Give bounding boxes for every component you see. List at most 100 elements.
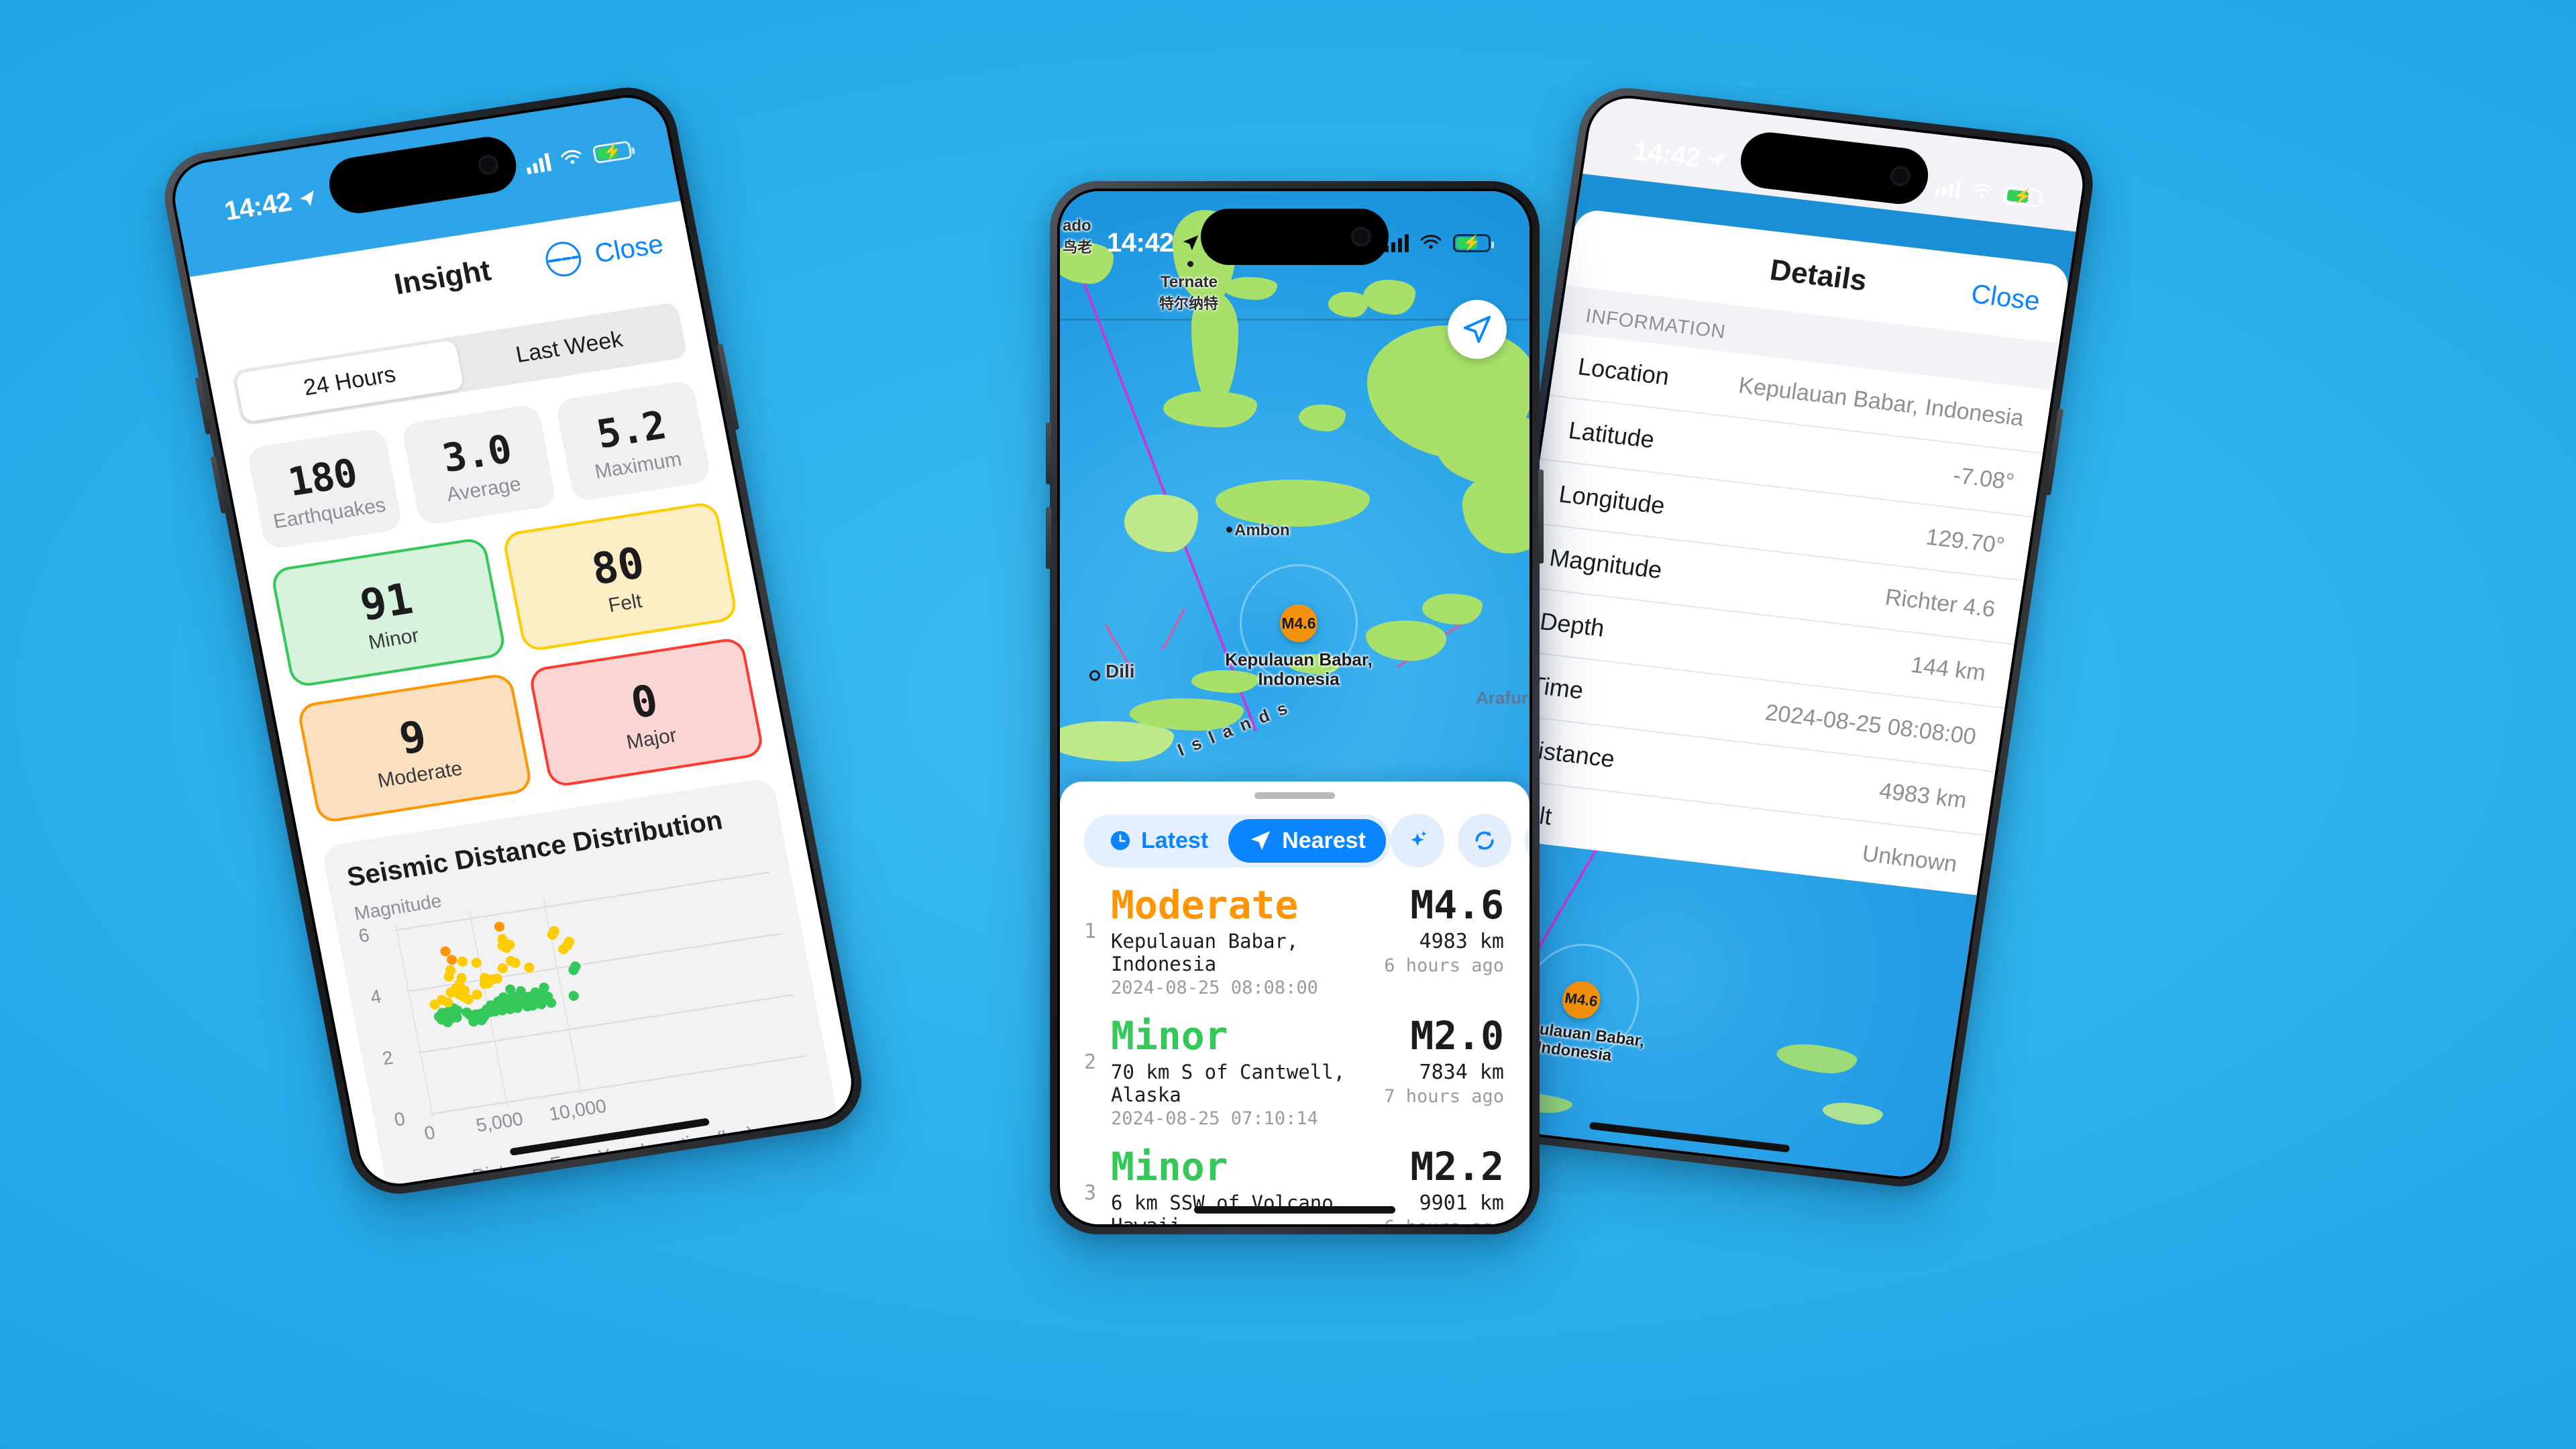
map-pin-marker[interactable]: M4.6 <box>1280 604 1318 642</box>
wifi-icon <box>1972 183 1993 198</box>
list-index: 3 <box>1083 1181 1096 1205</box>
x-tick: 10,000 <box>547 1095 608 1125</box>
page-title: Insight <box>391 254 494 301</box>
x-tick: 0 <box>422 1122 437 1144</box>
sort-toggle-group[interactable]: Latest Nearest <box>1084 814 1391 867</box>
quake-place: Kepulauan Babar, Indonesia <box>1111 929 1299 975</box>
severity-label: Minor <box>1111 1012 1228 1059</box>
location-arrow-icon <box>300 190 314 207</box>
detail-label: Location <box>1576 352 1672 390</box>
volume-down-button[interactable] <box>1046 507 1051 569</box>
y-tick: 0 <box>392 1108 407 1130</box>
location-arrow-icon <box>1183 235 1199 251</box>
segment-last-week[interactable]: Last Week <box>455 306 684 388</box>
sort-option-label: Nearest <box>1282 827 1366 853</box>
severity-card-felt[interactable]: 80 Felt <box>501 500 739 653</box>
wifi-icon <box>561 150 582 164</box>
quake-ago: 6 hours ago <box>1384 955 1504 976</box>
scatter-point <box>567 990 580 1002</box>
map-pin-label-line1: Kepulauan Babar, <box>1225 649 1373 669</box>
page-title: Details <box>1768 253 1869 298</box>
quake-ago: 7 hours ago <box>1384 1085 1504 1107</box>
close-button[interactable]: Close <box>592 229 666 269</box>
map-label-ambon: Ambon <box>1234 521 1290 539</box>
sort-option-label: Latest <box>1141 827 1209 853</box>
map-pin-label-line2: Indonesia <box>1258 669 1340 690</box>
segment-24-hours[interactable]: 24 Hours <box>235 339 464 423</box>
severity-grid: 91 Minor 80 Felt 9 Moderate 0 Major <box>270 500 765 824</box>
stat-average: 3.0 Average <box>400 403 557 527</box>
quake-place: 70 km S of Cantwell, Alaska <box>1111 1060 1346 1106</box>
detail-value: Richter 4.6 <box>1883 584 1997 623</box>
map-label-arafura-sea: Arafura Sea <box>1476 688 1529 708</box>
quake-time: 2024-08-25 08:08:00 <box>1111 977 1318 998</box>
map-screen: ado 鸟老 Ternate 特尔纳特 Ambon Dili Islands A… <box>1060 191 1529 1224</box>
sparkles-button[interactable] <box>1390 814 1444 867</box>
scatter-point <box>445 954 458 966</box>
quake-list-item[interactable]: 1 Moderate Kepulauan Babar, Indonesia 20… <box>1060 867 1529 998</box>
poster-stage: 14:42 ⚡ Insight Close 24 Hours Last Week… <box>0 0 2576 1449</box>
insight-screen: 14:42 ⚡ Insight Close 24 Hours Last Week… <box>168 92 858 1189</box>
navigate-icon <box>1250 830 1271 851</box>
y-tick: 2 <box>380 1046 395 1069</box>
status-time: 14:42 <box>221 186 294 226</box>
dynamic-island <box>1201 209 1389 265</box>
volume-up-button[interactable] <box>1046 423 1051 484</box>
quake-list-item[interactable]: 2 Minor 70 km S of Cantwell, Alaska 2024… <box>1060 998 1529 1129</box>
navbar-actions: Close <box>1970 279 2042 317</box>
scatter-point <box>444 964 457 976</box>
quake-time: 2024-08-25 07:10:14 <box>1111 1108 1318 1129</box>
scatter-point <box>493 920 505 932</box>
quake-metrics: M2.0 7834 km 7 hours ago <box>1384 1012 1504 1107</box>
severity-label: Moderate <box>1111 882 1299 928</box>
severity-card-minor[interactable]: 91 Minor <box>270 536 507 689</box>
scatter-point <box>509 957 521 969</box>
sheet-grabber[interactable] <box>1254 792 1335 799</box>
filter-lines-icon[interactable] <box>542 239 584 279</box>
scatter-point <box>456 955 469 967</box>
settings-button[interactable] <box>1524 814 1529 867</box>
refresh-button[interactable] <box>1457 814 1511 867</box>
locate-me-button[interactable] <box>1448 300 1507 359</box>
chart-title: Magnitude Distribution <box>420 1187 837 1189</box>
detail-label: Latitude <box>1566 416 1656 453</box>
close-button[interactable]: Close <box>1970 279 2042 317</box>
severity-card-major[interactable]: 0 Major <box>527 636 765 788</box>
stat-maximum: 5.2 Maximum <box>555 379 712 502</box>
sort-option-nearest[interactable]: Nearest <box>1228 818 1386 863</box>
status-indicators: ⚡ <box>524 140 633 174</box>
detail-label: Magnitude <box>1548 543 1664 584</box>
quake-distance: 4983 km <box>1419 929 1504 953</box>
phone-left-insight: 14:42 ⚡ Insight Close 24 Hours Last Week… <box>156 80 870 1201</box>
status-indicators: ⚡ <box>1935 177 2043 208</box>
map-pin-label: Kepulauan Babar, Indonesia <box>1198 649 1399 690</box>
map-pin-magnitude: M4.6 <box>1281 614 1316 632</box>
map-label-ternate-cn: 特尔纳特 <box>1159 295 1219 312</box>
sheet-action-buttons <box>1390 814 1529 867</box>
wifi-icon <box>1420 235 1442 249</box>
detail-label: Longitude <box>1557 480 1667 520</box>
battery-charging-icon: ⚡ <box>2002 185 2043 208</box>
detail-value: 4983 km <box>1877 777 1969 814</box>
scatter-chart-card: Seismic Distance Distribution Magnitude … <box>321 777 844 1189</box>
phone-inner: ado 鸟老 Ternate 特尔纳特 Ambon Dili Islands A… <box>1057 189 1532 1227</box>
sparkles-icon <box>1411 830 1427 847</box>
quake-magnitude: M2.0 <box>1410 1012 1504 1059</box>
severity-card-moderate[interactable]: 9 Moderate <box>296 672 534 824</box>
power-button[interactable] <box>1538 470 1544 564</box>
phone-center-map: ado 鸟老 Ternate 特尔纳特 Ambon Dili Islands A… <box>1046 181 1544 1234</box>
status-time-group: 14:42 <box>1631 136 1729 176</box>
quake-magnitude: M4.6 <box>1410 882 1504 928</box>
x-tick: 5,000 <box>474 1108 525 1136</box>
quake-ago: 6 hours ago <box>1384 1217 1504 1224</box>
sort-option-latest[interactable]: Latest <box>1089 819 1228 863</box>
quake-info: Moderate Kepulauan Babar, Indonesia 2024… <box>1111 885 1369 998</box>
cellular-signal-icon <box>524 152 552 174</box>
clock-icon <box>1110 830 1130 851</box>
status-time-group: 14:42 <box>1107 228 1201 258</box>
cellular-signal-icon <box>1935 177 1962 199</box>
home-indicator <box>1194 1206 1395 1214</box>
detail-value: 2024-08-25 08:08:00 <box>1764 699 1978 750</box>
list-index: 1 <box>1083 920 1096 943</box>
quake-metrics: M2.2 9901 km 6 hours ago <box>1384 1146 1504 1224</box>
